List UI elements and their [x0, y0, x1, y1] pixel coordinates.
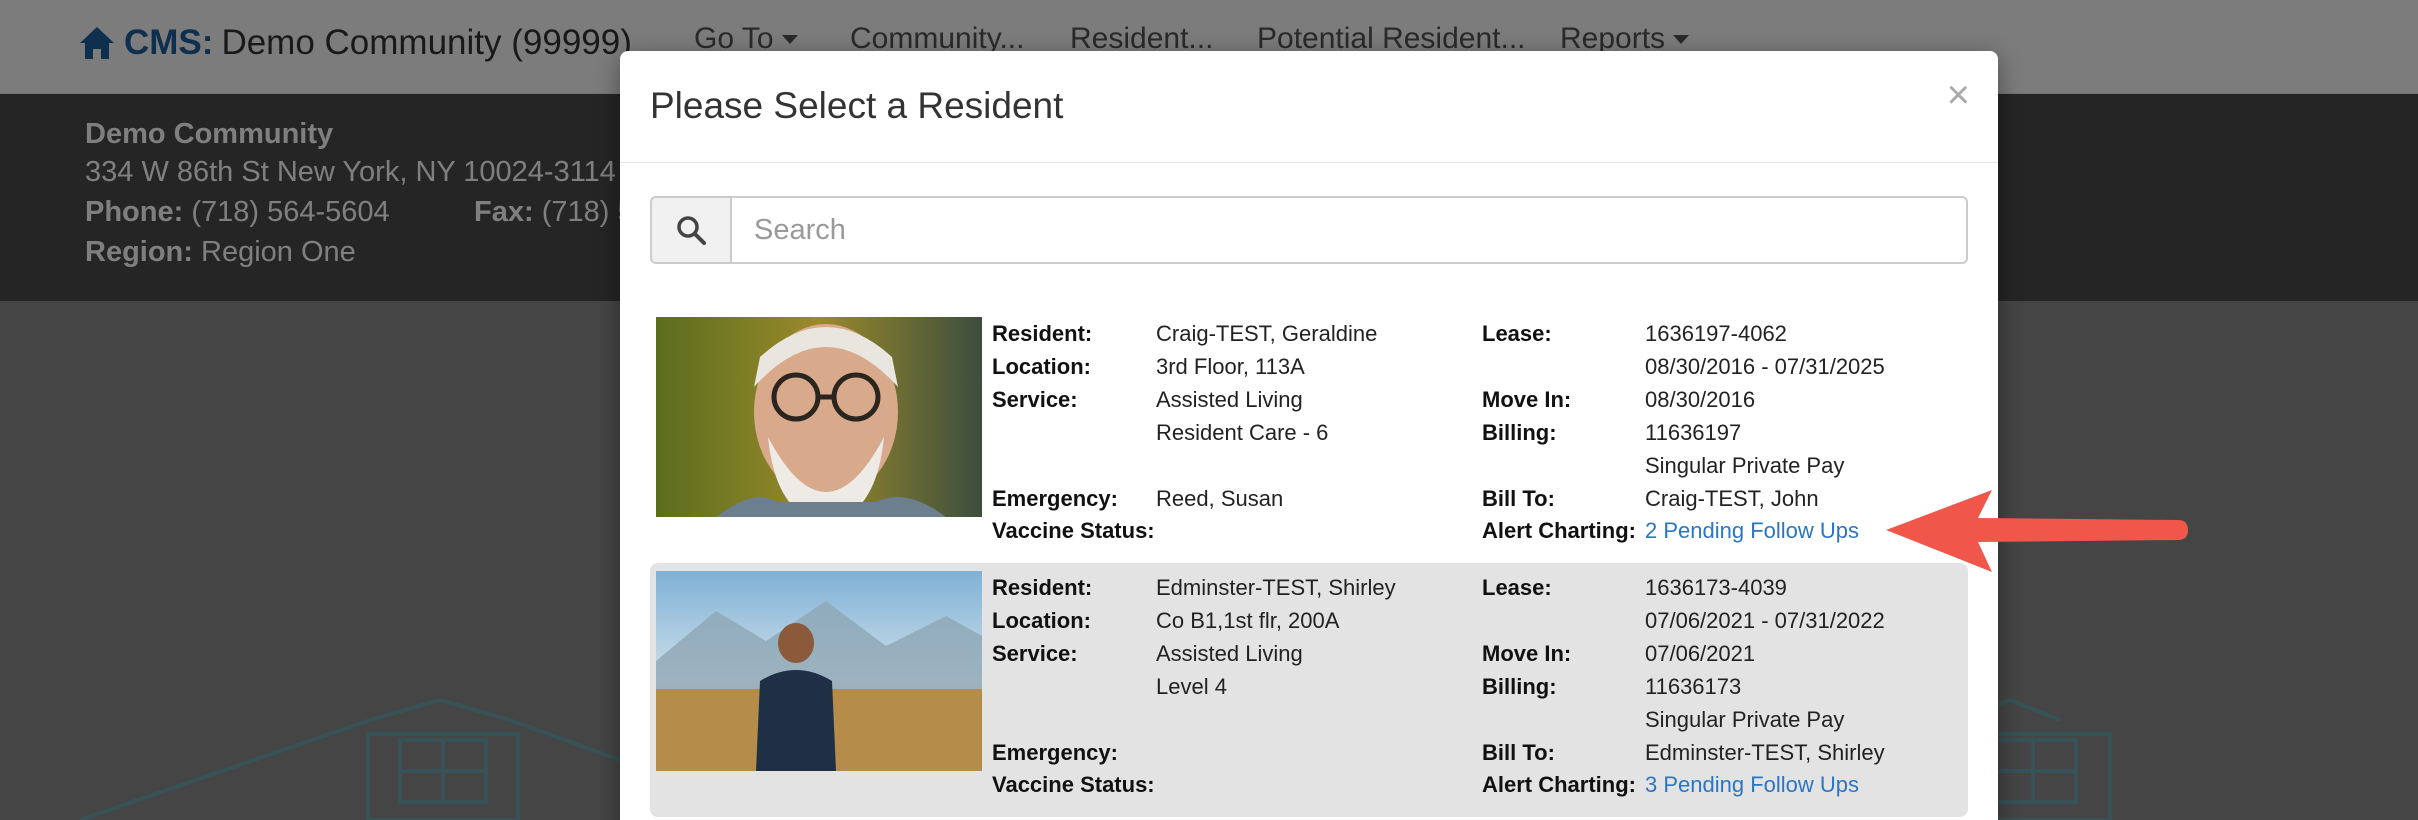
- search-group: [650, 196, 1968, 264]
- resident-photo: [656, 571, 982, 771]
- move-in-label: Move In:: [1482, 641, 1572, 666]
- resident-service: Assisted Living: [1156, 641, 1303, 666]
- billing-id: 11636197: [1645, 420, 1742, 445]
- bill-to-name: Craig-TEST, John: [1645, 486, 1819, 511]
- emergency-label: Emergency:: [992, 486, 1118, 511]
- resident-emergency-contact: Reed, Susan: [1156, 486, 1284, 511]
- alert-charting-label: Alert Charting:: [1482, 518, 1636, 543]
- lease-id: 1636173-4039: [1645, 575, 1787, 600]
- lease-dates: 08/30/2016 - 07/31/2025: [1645, 354, 1885, 379]
- bill-to-name: Edminster-TEST, Shirley: [1645, 740, 1885, 765]
- emergency-label: Emergency:: [992, 740, 1118, 765]
- lease-label: Lease:: [1482, 575, 1552, 600]
- lease-dates: 07/06/2021 - 07/31/2022: [1645, 608, 1885, 633]
- billing-id: 11636173: [1645, 674, 1742, 699]
- resident-service: Assisted Living: [1156, 387, 1303, 412]
- resident-name: Edminster-TEST, Shirley: [1156, 575, 1396, 600]
- alert-charting-link[interactable]: 3 Pending Follow Ups: [1645, 772, 1859, 798]
- bill-to-label: Bill To:: [1482, 740, 1555, 765]
- resident-label: Resident:: [992, 575, 1093, 600]
- vaccine-status-label: Vaccine Status:: [992, 518, 1155, 543]
- billing-type: Singular Private Pay: [1645, 453, 1845, 478]
- close-button[interactable]: ×: [1947, 75, 1970, 115]
- service-label: Service:: [992, 387, 1078, 412]
- select-resident-modal: Please Select a Resident × Search Reside…: [620, 51, 1998, 820]
- lease-id: 1636197-4062: [1645, 321, 1787, 346]
- alert-charting-label: Alert Charting:: [1482, 772, 1636, 797]
- search-icon: [677, 216, 706, 245]
- lease-label: Lease:: [1482, 321, 1552, 346]
- resident-location: Co B1,1st flr, 200A: [1156, 608, 1340, 633]
- billing-type: Singular Private Pay: [1645, 707, 1845, 732]
- location-label: Location:: [992, 608, 1091, 633]
- resident-photo: [656, 317, 982, 517]
- resident-name: Craig-TEST, Geraldine: [1156, 321, 1378, 346]
- resident-card[interactable]: Resident: Edminster-TEST, Shirley Locati…: [650, 563, 1968, 817]
- location-label: Location:: [992, 354, 1091, 379]
- search-addon: [650, 196, 730, 264]
- search-input[interactable]: [730, 196, 1968, 264]
- service-label: Service:: [992, 641, 1078, 666]
- alert-charting-link[interactable]: 2 Pending Follow Ups: [1645, 518, 1859, 544]
- resident-label: Resident:: [992, 321, 1093, 346]
- move-in-label: Move In:: [1482, 387, 1572, 412]
- resident-location: 3rd Floor, 113A: [1156, 354, 1305, 379]
- billing-label: Billing:: [1482, 420, 1557, 445]
- move-in-date: 08/30/2016: [1645, 387, 1756, 412]
- resident-service-level: Resident Care - 6: [1156, 420, 1329, 445]
- bill-to-label: Bill To:: [1482, 486, 1555, 511]
- move-in-date: 07/06/2021: [1645, 641, 1756, 666]
- resident-card[interactable]: Resident: Craig-TEST, Geraldine Location…: [650, 309, 1968, 563]
- modal-header: Please Select a Resident ×: [620, 51, 1998, 163]
- red-arrow-icon: [1886, 490, 2188, 572]
- modal-title: Please Select a Resident: [650, 85, 1064, 126]
- vaccine-status-label: Vaccine Status:: [992, 772, 1155, 797]
- billing-label: Billing:: [1482, 674, 1557, 699]
- resident-service-level: Level 4: [1156, 674, 1227, 699]
